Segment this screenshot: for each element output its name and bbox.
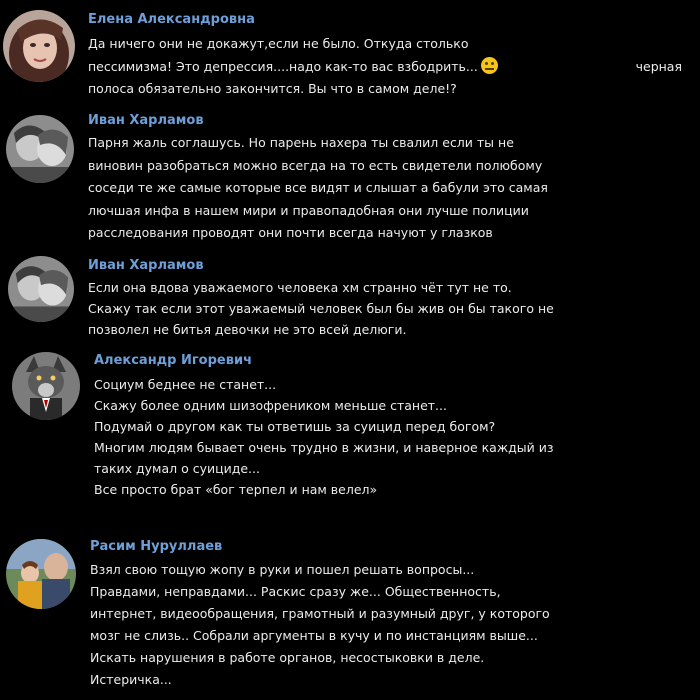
comment-line-suffix: черная [635, 58, 682, 74]
avatar[interactable] [3, 10, 75, 82]
comment-item: Александр Игоревич Социум беднее не стан… [0, 350, 700, 530]
comment-line: мозг не слизь.. Собрали аргументы в кучу… [90, 628, 538, 643]
comment-line: позволел не битья девочки не это всей де… [88, 322, 407, 337]
comment-line: расследования проводят они почти всегда … [88, 225, 493, 240]
comment-author[interactable]: Елена Александровна [88, 12, 255, 27]
comment-line: Социум беднее не станет... [94, 377, 277, 392]
avatar[interactable] [6, 115, 74, 183]
couple-photo-icon [8, 256, 74, 322]
avatar[interactable] [6, 539, 76, 609]
couple-photo-icon [6, 115, 74, 183]
family-photo-icon [6, 539, 76, 609]
comment-line: таких думал о суициде... [94, 461, 260, 476]
comment-author[interactable]: Иван Харламов [88, 258, 204, 273]
comment-text: Да ничего они не докажут,если не было. О… [88, 33, 690, 101]
comment-line: виновин разобраться можно всегда на то е… [88, 157, 543, 173]
comment-line: Парня жаль соглашусь. Но парень нахера т… [88, 135, 514, 150]
comment-author[interactable]: Александр Игоревич [94, 353, 252, 368]
comment-line: полоса обязательно закончится. Вы что в … [88, 81, 457, 96]
comment-line: Искать нарушения в работе органов, несос… [90, 650, 485, 665]
comment-line: Взял свою тощую жопу в руки и пошел реша… [90, 562, 475, 577]
comment-line: пессимизма! Это депрессия....надо как-то… [88, 56, 690, 79]
avatar[interactable] [12, 352, 80, 420]
comment-line: Правдами, неправдами... Раскис сразу же.… [90, 584, 501, 599]
comment-line: Да ничего они не докажут,если не было. О… [88, 36, 469, 51]
comment-author[interactable]: Иван Харламов [88, 113, 204, 128]
comment-item: Иван Харламов Если она вдова уважаемого … [0, 250, 700, 350]
comment-line: Все просто брат «бог терпел и нам велел» [94, 482, 378, 497]
comment-line: Многим людям бывает очень трудно в жизни… [94, 440, 554, 455]
comment-line: Истеричка... [90, 672, 172, 687]
comment-line: соседи те же самые которые все видят и с… [88, 180, 548, 195]
comment-text: Взял свою тощую жопу в руки и пошел реша… [90, 559, 550, 691]
comment-line: интернет, видеообращения, грамотный и ра… [90, 606, 550, 621]
wolf-in-suit-icon [12, 352, 80, 420]
comment-item: Иван Харламов Парня жаль соглашусь. Но п… [0, 110, 700, 250]
avatar[interactable] [8, 256, 74, 322]
comment-text: Парня жаль соглашусь. Но парень нахера т… [88, 132, 548, 245]
comment-item: Елена Александровна Да ничего они не док… [0, 0, 700, 110]
woman-portrait-icon [3, 10, 75, 82]
comment-line-text: пессимизма! Это депрессия....надо как-то… [88, 58, 478, 74]
neutral-face-emoji-icon [480, 56, 498, 74]
comment-line: Если она вдова уважаемого человека хм ст… [88, 280, 512, 295]
comment-line: Подумай о другом как ты ответишь за суиц… [94, 419, 496, 434]
comment-text: Если она вдова уважаемого человека хм ст… [88, 277, 554, 340]
comment-item: Расим Нуруллаев Взял свою тощую жопу в р… [0, 530, 700, 700]
comment-line: лючшая инфа в нашем мири и правопадобная… [88, 202, 529, 218]
comment-line: Скажу так если этот уважаемый человек бы… [88, 301, 554, 316]
comment-author[interactable]: Расим Нуруллаев [90, 539, 222, 554]
comment-line: Скажу более одним шизофреником меньше ст… [94, 398, 447, 413]
comment-text: Социум беднее не станет... Скажу более о… [94, 374, 554, 500]
